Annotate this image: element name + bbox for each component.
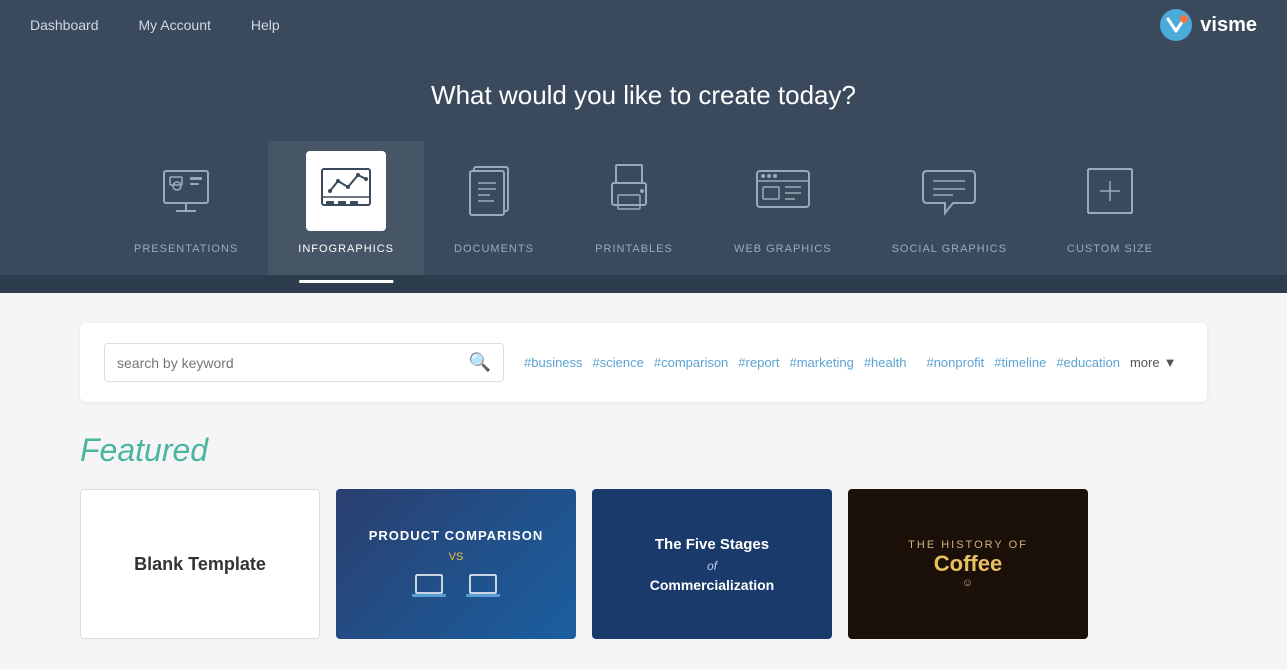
category-web-graphics[interactable]: WEB GRAPHICS [704,141,862,275]
categories-row: PRESENTATIONS INFOGRAPHIC [0,141,1287,275]
visme-logo-icon [1158,7,1194,43]
infographics-label: INFOGRAPHICS [298,243,394,255]
printables-icon [604,161,664,221]
logo[interactable]: visme [1158,7,1257,43]
printables-icon-wrap [594,151,674,231]
hero-title: What would you like to create today? [0,80,1287,111]
laptop-left-icon [412,573,452,601]
laptops-icons [412,573,500,601]
card-five-stages[interactable]: The Five Stages of Commercialization [592,489,832,639]
nav-links: Dashboard My Account Help [30,17,1158,33]
product-comparison-title: PRODUCT COMPARISON [369,528,543,543]
presentations-icon-wrap [146,151,226,231]
search-input-wrap[interactable]: 🔍 [104,343,504,382]
laptop-right-icon [460,573,500,601]
tag-education[interactable]: #education [1056,355,1120,370]
tag-science[interactable]: #science [593,355,644,370]
blank-template-title: Blank Template [134,554,266,575]
card-product-comparison[interactable]: PRODUCT COMPARISON VS [336,489,576,639]
nav-help[interactable]: Help [251,17,280,33]
category-documents[interactable]: DOCUMENTS [424,141,564,275]
five-stages-sub2: Commercialization [650,577,774,593]
coffee-label: THE HISTORY OF [908,539,1028,551]
hero-section: What would you like to create today? PRE… [0,50,1287,275]
category-printables[interactable]: PRINTABLES [564,141,704,275]
tag-report[interactable]: #report [738,355,779,370]
hero-bottom-bar [0,275,1287,293]
search-input[interactable] [117,355,459,371]
card-blank-template[interactable]: Blank Template [80,489,320,639]
infographics-icon [316,161,376,221]
five-stages-subtitle: of [707,559,717,573]
tag-nonprofit[interactable]: #nonprofit [926,355,984,370]
more-label: more [1130,355,1160,370]
five-stages-title: The Five Stages [655,535,769,555]
presentations-label: PRESENTATIONS [134,243,238,255]
web-graphics-label: WEB GRAPHICS [734,243,832,255]
social-graphics-icon [919,161,979,221]
category-custom-size[interactable]: CUSTOM SIZE [1037,141,1183,275]
featured-title: Featured [80,432,1207,469]
tag-timeline[interactable]: #timeline [994,355,1046,370]
category-infographics[interactable]: INFOGRAPHICS [268,141,424,275]
documents-icon-wrap [454,151,534,231]
category-presentations[interactable]: PRESENTATIONS [104,141,268,275]
card-coffee[interactable]: THE HISTORY OF Coffee ☺ [848,489,1088,639]
social-graphics-icon-wrap [909,151,989,231]
featured-cards-row: Blank Template PRODUCT COMPARISON VS The… [80,489,1207,639]
web-graphics-icon-wrap [743,151,823,231]
documents-icon [464,161,524,221]
tag-marketing[interactable]: #marketing [790,355,854,370]
navigation: Dashboard My Account Help visme [0,0,1287,50]
tags-wrap: #business #science #comparison #report #… [524,354,1183,372]
chevron-down-icon: ▼ [1164,355,1177,370]
main-content: 🔍 #business #science #comparison #report… [0,293,1287,669]
web-graphics-icon [753,161,813,221]
product-vs-label: VS [449,551,464,563]
nav-dashboard[interactable]: Dashboard [30,17,99,33]
social-graphics-label: SOCIAL GRAPHICS [892,243,1007,255]
coffee-subtitle: ☺ [962,577,974,589]
category-social-graphics[interactable]: SOCIAL GRAPHICS [862,141,1037,275]
tag-health[interactable]: #health [864,355,907,370]
custom-size-icon [1080,161,1140,221]
tag-comparison[interactable]: #comparison [654,355,728,370]
documents-label: DOCUMENTS [454,243,534,255]
custom-size-label: CUSTOM SIZE [1067,243,1153,255]
visme-logo-text: visme [1200,14,1257,37]
nav-my-account[interactable]: My Account [139,17,211,33]
printables-label: PRINTABLES [595,243,673,255]
coffee-title: Coffee [934,551,1002,577]
presentations-icon [156,161,216,221]
custom-size-icon-wrap [1070,151,1150,231]
search-icon: 🔍 [469,352,491,373]
more-tags-button[interactable]: more ▼ [1130,355,1177,370]
tag-business[interactable]: #business [524,355,583,370]
infographics-icon-wrap [306,151,386,231]
search-section: 🔍 #business #science #comparison #report… [80,323,1207,402]
